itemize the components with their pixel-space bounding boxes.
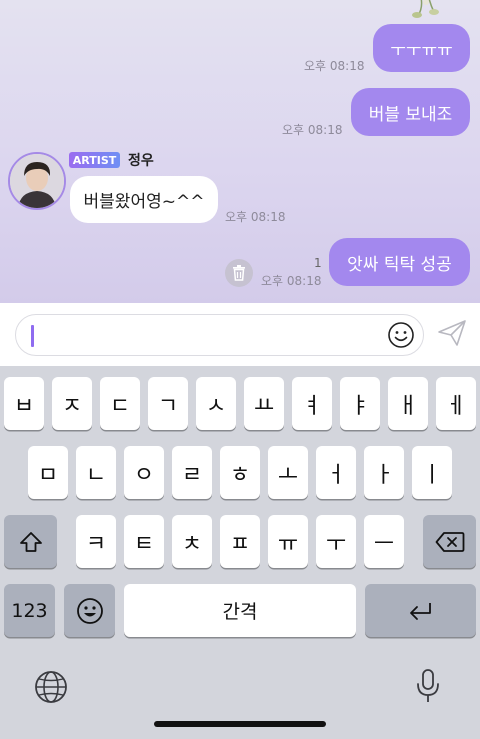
sender-name: 정우	[128, 153, 154, 169]
key-label: ㅂ	[13, 393, 35, 419]
key-label: 123	[11, 599, 48, 622]
key-label: ㅔ	[445, 393, 467, 419]
key[interactable]: ㄱ	[148, 377, 188, 430]
message-bubble-incoming[interactable]: 버블왔어영~^^	[70, 176, 218, 223]
key-label: ㅗ	[277, 462, 299, 488]
artist-avatar[interactable]	[8, 152, 66, 210]
flower-icon	[412, 0, 439, 18]
key-label: ㅋ	[85, 531, 107, 557]
key[interactable]: ㅓ	[316, 446, 356, 499]
key[interactable]: ㅇ	[124, 446, 164, 499]
key-label: ㄷ	[109, 393, 131, 419]
globe-icon[interactable]	[33, 669, 69, 705]
key[interactable]: ㅑ	[340, 377, 380, 430]
key-label: ㅁ	[37, 462, 59, 488]
key[interactable]: ㅂ	[4, 377, 44, 430]
key[interactable]: ㅈ	[52, 377, 92, 430]
key-label: ㅈ	[61, 393, 83, 419]
key[interactable]: ㅏ	[364, 446, 404, 499]
emoji-icon[interactable]	[387, 321, 415, 349]
artist-badge: ARTIST	[69, 152, 120, 168]
key[interactable]: ㅕ	[292, 377, 332, 430]
key-label: ㄴ	[85, 462, 107, 488]
chat-area: ㅜㅜㅠㅠ 오후 08:18 버블 보내조 오후 08:18 ARTIST 정우 …	[0, 0, 480, 303]
return-icon	[409, 602, 431, 620]
message-text: 버블왔어영~^^	[83, 192, 205, 212]
key-label: ㄹ	[181, 462, 203, 488]
key[interactable]: ㅋ	[76, 515, 116, 568]
key-label: ㅣ	[421, 462, 443, 488]
key-label: ㅊ	[181, 531, 203, 557]
key-label: ㅕ	[301, 393, 323, 419]
trash-icon	[233, 265, 245, 281]
key[interactable]: ㅛ	[244, 377, 284, 430]
key-label: ㅡ	[373, 531, 395, 557]
key[interactable]: ㄴ	[76, 446, 116, 499]
emoji-keyboard-icon	[76, 597, 103, 624]
message-input[interactable]	[15, 314, 424, 356]
send-icon[interactable]	[437, 318, 467, 348]
key-label: ㅍ	[229, 531, 251, 557]
backspace-key[interactable]	[423, 515, 476, 568]
key[interactable]: ㄹ	[172, 446, 212, 499]
key[interactable]: ㅗ	[268, 446, 308, 499]
delete-button[interactable]	[225, 259, 253, 287]
key-label: ㅇ	[133, 462, 155, 488]
keyboard: ㅂ ㅈ ㄷ ㄱ ㅅ ㅛ ㅕ ㅑ ㅐ ㅔ ㅁ ㄴ ㅇ ㄹ ㅎ ㅗ ㅓ ㅏ ㅣ ㅋ …	[0, 366, 480, 739]
message-time: 오후 08:18	[304, 59, 365, 73]
key[interactable]: ㅜ	[316, 515, 356, 568]
mic-icon[interactable]	[415, 667, 441, 705]
key-label: ㅅ	[205, 393, 227, 419]
key[interactable]: ㄷ	[100, 377, 140, 430]
key[interactable]: ㅠ	[268, 515, 308, 568]
key[interactable]: ㅣ	[412, 446, 452, 499]
key[interactable]: ㅎ	[220, 446, 260, 499]
shift-key[interactable]	[4, 515, 57, 568]
key-label: ㅠ	[277, 531, 299, 557]
numbers-key[interactable]: 123	[4, 584, 55, 637]
message-input-bar	[0, 303, 480, 366]
shift-icon	[19, 531, 42, 552]
key[interactable]: ㅔ	[436, 377, 476, 430]
message-text: 버블 보내조	[368, 104, 453, 125]
message-text: 앗싸 틱탁 성공	[347, 254, 452, 275]
key[interactable]: ㅍ	[220, 515, 260, 568]
message-bubble-outgoing[interactable]: 버블 보내조	[351, 88, 470, 136]
key[interactable]: ㅁ	[28, 446, 68, 499]
text-cursor	[31, 325, 34, 347]
key-label: ㅏ	[373, 462, 395, 488]
message-time: 오후 08:18	[282, 123, 343, 137]
key-label: ㅎ	[229, 462, 251, 488]
message-time: 오후 08:18	[225, 210, 286, 224]
key[interactable]: ㅊ	[172, 515, 212, 568]
backspace-icon	[435, 531, 464, 552]
return-key[interactable]	[365, 584, 476, 637]
home-indicator[interactable]	[154, 721, 326, 727]
key-label: ㅓ	[325, 462, 347, 488]
message-bubble-outgoing[interactable]: ㅜㅜㅠㅠ	[373, 24, 470, 72]
avatar-image	[10, 154, 64, 208]
key-label: ㅑ	[349, 393, 371, 419]
message-bubble-outgoing[interactable]: 앗싸 틱탁 성공	[329, 238, 470, 286]
key-label: 간격	[222, 601, 258, 623]
emoji-keyboard-key[interactable]	[64, 584, 115, 637]
key[interactable]: ㅡ	[364, 515, 404, 568]
message-time: 오후 08:18	[261, 274, 322, 288]
key-label: ㅌ	[133, 531, 155, 557]
read-count: 1	[314, 256, 322, 270]
key-label: ㄱ	[157, 393, 179, 419]
key[interactable]: ㅅ	[196, 377, 236, 430]
space-key[interactable]: 간격	[124, 584, 356, 637]
message-text: ㅜㅜㅠㅠ	[390, 40, 453, 61]
key[interactable]: ㅐ	[388, 377, 428, 430]
key[interactable]: ㅌ	[124, 515, 164, 568]
key-label: ㅐ	[397, 393, 419, 419]
key-label: ㅛ	[253, 393, 275, 419]
key-label: ㅜ	[325, 531, 347, 557]
